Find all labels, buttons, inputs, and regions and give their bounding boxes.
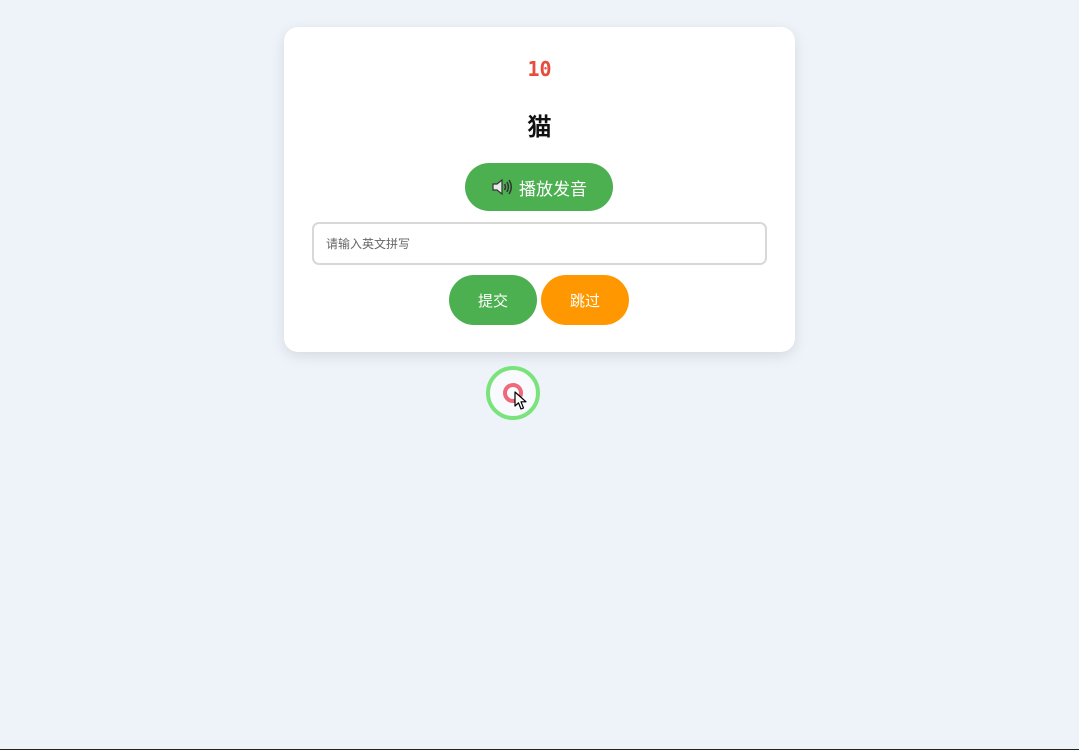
spelling-input[interactable] <box>312 222 767 265</box>
play-pronunciation-button[interactable]: 播放发音 <box>465 163 613 211</box>
play-pronunciation-label: 播放发音 <box>519 179 587 200</box>
submit-button[interactable]: 提交 <box>449 275 537 325</box>
skip-button[interactable]: 跳过 <box>541 275 629 325</box>
quiz-card: 10 猫 播放发音 提交 跳过 <box>284 27 795 352</box>
mouse-pointer-icon <box>514 391 528 415</box>
speaker-icon <box>491 177 513 197</box>
countdown-timer: 10 <box>527 57 552 81</box>
chinese-word: 猫 <box>527 113 552 141</box>
page-background: 10 猫 播放发音 提交 跳过 <box>0 0 1079 750</box>
